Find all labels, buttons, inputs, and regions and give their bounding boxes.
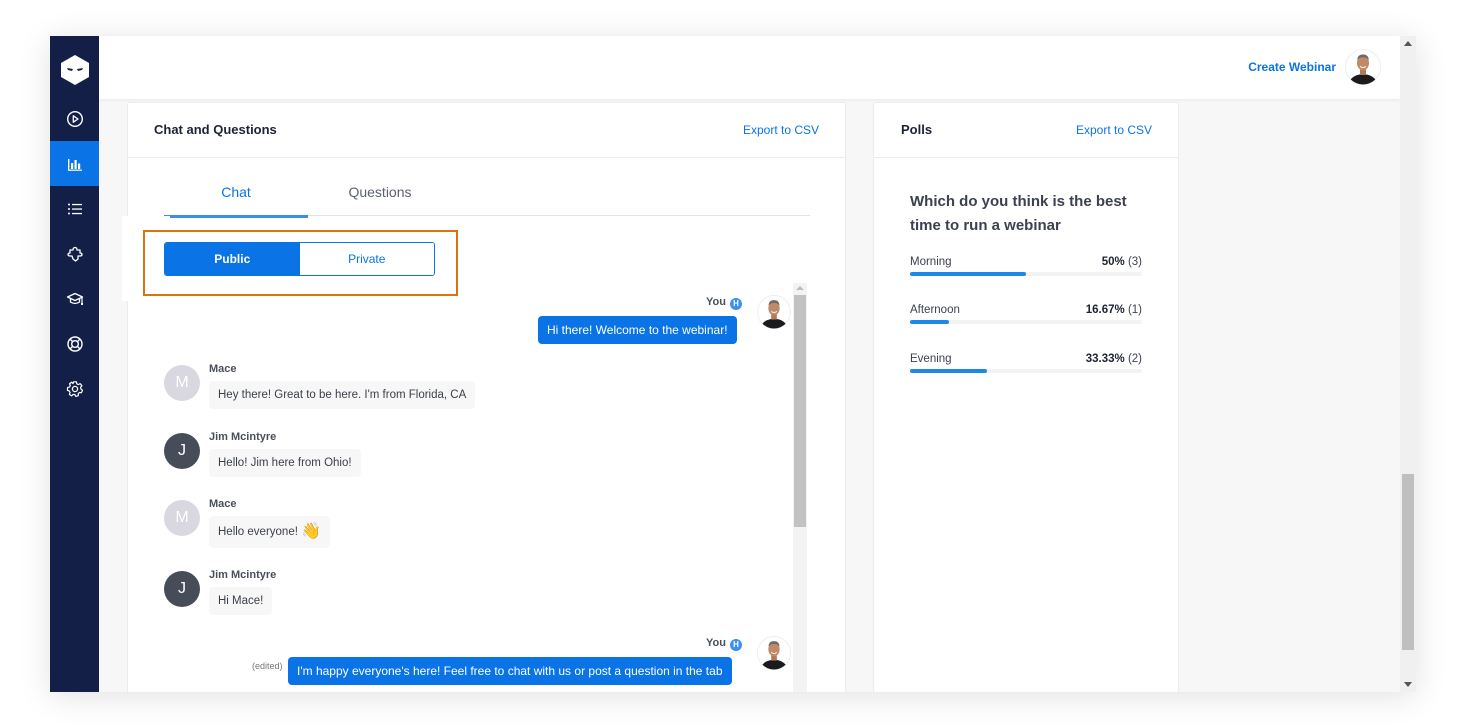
card-title: Polls — [901, 122, 933, 137]
sidebar-item-webinars[interactable] — [50, 96, 99, 141]
poll-question: Which do you think is the best time to r… — [910, 193, 1127, 234]
message-list: YouH Hi there! Welcome to the webinar! — [128, 283, 793, 692]
sidebar-item-settings[interactable] — [50, 366, 99, 411]
poll-option: Morning 50% (3) — [910, 256, 1142, 286]
top-bar: Create Webinar — [99, 36, 1400, 99]
ninja-logo-icon — [60, 55, 89, 85]
private-button[interactable]: Private — [299, 243, 434, 275]
public-private-toggle: Public Private — [164, 242, 435, 276]
avatar-initial: M — [164, 500, 200, 536]
sender-name: Mace — [209, 498, 237, 510]
card-title: Chat and Questions — [154, 122, 277, 137]
message-bubble: I'm happy everyone's here! Feel free to … — [288, 657, 732, 685]
host-badge-icon: H — [729, 639, 742, 651]
puzzle-icon — [66, 246, 83, 262]
poll-option-label: Evening — [910, 353, 952, 365]
bar-chart-icon — [67, 158, 82, 171]
gear-icon — [66, 380, 83, 397]
chat-and-questions-card: Chat and Questions Export to CSV Chat Qu… — [122, 102, 846, 692]
sender-name: You H — [706, 637, 742, 651]
avatar-initial: J — [164, 433, 200, 469]
message-bubble: Hi there! Welcome to the webinar! — [538, 316, 737, 344]
avatar-initial: J — [164, 571, 200, 607]
user-avatar[interactable] — [1345, 49, 1381, 85]
poll-percent: 33.33% — [1085, 353, 1125, 365]
sender-name-text: You — [706, 296, 726, 308]
sidebar-item-training[interactable] — [50, 276, 99, 321]
poll-bar-fill — [910, 272, 1026, 276]
poll-option: Afternoon 16.67% (1) — [910, 304, 1142, 334]
sender-name: Jim Mcintyre — [209, 431, 277, 443]
scroll-down-arrow-icon[interactable] — [1404, 682, 1412, 687]
poll-option-label: Afternoon — [910, 304, 960, 316]
poll-option: Evening 33.33% (2) — [910, 353, 1142, 383]
play-circle-icon — [66, 110, 83, 127]
sender-name: You H — [706, 296, 742, 310]
poll-bar-track — [910, 369, 1142, 373]
host-badge-icon: H — [729, 298, 742, 310]
lifebuoy-icon — [66, 335, 83, 352]
chat-scrollbar-thumb[interactable] — [794, 295, 806, 527]
waving-hand-emoji: 👋 — [301, 523, 322, 540]
poll-bar-track — [910, 272, 1142, 276]
polls-card: Polls Export to CSV Which do you think i… — [873, 102, 1179, 692]
card-header: Chat and Questions Export to CSV — [128, 103, 845, 158]
export-csv-link[interactable]: Export to CSV — [743, 123, 819, 137]
avatar-initial: M — [164, 365, 200, 401]
export-csv-link[interactable]: Export to CSV — [1076, 123, 1152, 137]
chat-tabs: Chat Questions — [164, 175, 810, 218]
message-bubble: Hello! Jim here from Ohio! — [209, 449, 361, 477]
poll-option-label: Morning — [910, 256, 952, 268]
poll-bar-fill — [910, 369, 988, 373]
graduation-cap-icon — [66, 292, 83, 305]
edited-label: (edited) — [252, 661, 283, 671]
poll-percent: 16.67% — [1085, 304, 1125, 316]
sender-name: Mace — [209, 363, 237, 375]
card-header: Polls Export to CSV — [874, 103, 1178, 158]
message-bubble: Hello everyone! 👋 — [209, 516, 331, 548]
logo[interactable] — [50, 50, 99, 90]
poll-bar-track — [910, 320, 1142, 324]
tab-questions[interactable]: Questions — [308, 184, 452, 200]
page-scrollbar[interactable] — [1400, 36, 1416, 692]
poll-count: (3) — [1127, 256, 1142, 268]
scroll-up-arrow-icon[interactable] — [1404, 41, 1412, 46]
message-bubble: Hi Mace! — [209, 587, 273, 615]
sender-avatar — [757, 636, 791, 670]
page-scrollbar-thumb[interactable] — [1402, 474, 1414, 650]
poll-option-result: 16.67% (1) — [1086, 304, 1142, 316]
sidebar-item-integrations[interactable] — [50, 231, 99, 276]
sidebar-item-support[interactable] — [50, 321, 99, 366]
poll-bar-fill — [910, 320, 949, 324]
message-bubble: Hey there! Great to be here. I'm from Fl… — [209, 381, 476, 409]
poll-count: (1) — [1127, 304, 1142, 316]
poll-option-result: 50% (3) — [1102, 256, 1142, 268]
tab-chat[interactable]: Chat — [164, 184, 308, 218]
message-text: Hello everyone! — [218, 526, 298, 538]
chat-scrollbar[interactable] — [793, 283, 807, 692]
poll-count: (2) — [1127, 353, 1142, 365]
app-window: Create Webinar Chat and Questions Export… — [50, 36, 1416, 692]
sender-avatar — [757, 295, 791, 329]
sender-name-text: You — [706, 637, 726, 649]
poll-option-result: 33.33% (2) — [1086, 353, 1142, 365]
list-icon — [67, 203, 82, 214]
scroll-up-arrow-icon[interactable] — [796, 286, 804, 290]
create-webinar-link[interactable]: Create Webinar — [1248, 60, 1336, 74]
sidebar-item-lists[interactable] — [50, 186, 99, 231]
poll-percent: 50% — [1101, 256, 1125, 268]
sender-name: Jim Mcintyre — [209, 569, 277, 581]
public-button[interactable]: Public — [165, 243, 300, 275]
sidebar-item-analytics[interactable] — [50, 141, 99, 186]
sidebar — [50, 36, 99, 692]
